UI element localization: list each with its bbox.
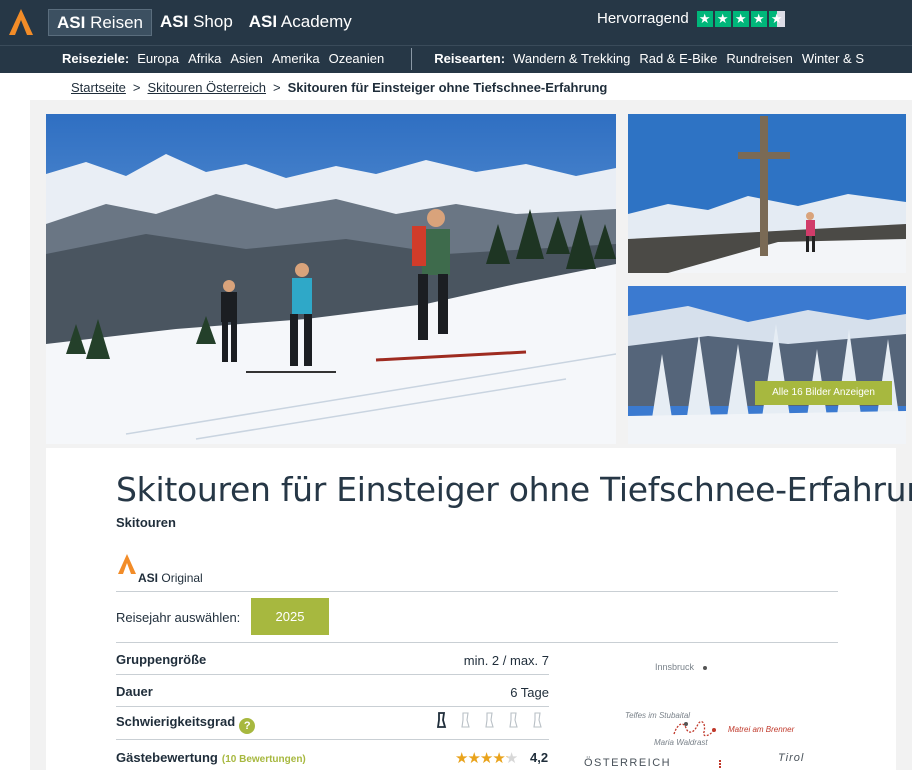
tab-asi-academy[interactable]: ASI Academy	[241, 9, 360, 36]
half-star-icon: ★	[504, 750, 518, 767]
divider	[116, 739, 549, 740]
duration-value: 6 Tage	[510, 685, 549, 700]
nav-item-europa[interactable]: Europa	[137, 51, 179, 70]
asi-logo-icon[interactable]	[8, 8, 34, 36]
route-line-icon	[673, 720, 716, 737]
page-title: Skitouren für Einsteiger ohne Tiefschnee…	[116, 470, 912, 509]
divider	[116, 642, 838, 643]
guest-rating-label: Gästebewertung	[116, 750, 218, 765]
rating-text: Hervorragend	[597, 10, 689, 27]
tab-asi-reisen[interactable]: ASI Reisen	[48, 9, 152, 36]
rating-score: 4,2	[530, 750, 549, 765]
breadcrumb-current: Skitouren für Einsteiger ohne Tiefschnee…	[287, 80, 608, 95]
summit-cross-photo[interactable]	[628, 114, 906, 273]
map-label-region: Tirol	[778, 752, 805, 764]
divider	[116, 706, 549, 707]
breadcrumb-skitouren[interactable]: Skitouren Österreich	[148, 80, 267, 95]
all-images-button[interactable]: Alle 16 Bilder Anzeigen	[755, 381, 892, 405]
difficulty-active-icon	[436, 712, 447, 728]
duration-label: Dauer	[116, 684, 153, 699]
nav-item-afrika[interactable]: Afrika	[188, 51, 221, 70]
map-label-country: ÖSTERREICH	[584, 757, 672, 769]
tour-category: Skitouren	[116, 515, 176, 530]
nav-item-ozeanien[interactable]: Ozeanien	[329, 51, 385, 70]
help-icon[interactable]: ?	[239, 718, 256, 734]
main-nav: Reiseziele: Europa Afrika Asien Amerika …	[0, 45, 912, 73]
map-label-innsbruck: Innsbruck	[655, 662, 695, 672]
map-label-matrei: Matrei am Brenner	[728, 725, 795, 734]
breadcrumb: Startseite > Skitouren Österreich > Skitoure…	[71, 80, 607, 95]
nav-item-winter[interactable]: Winter & S	[802, 51, 864, 70]
top-bar: ASI Reisen ASI Shop ASI Academy Hervorra…	[0, 0, 912, 45]
types-label: Reisearten:	[434, 51, 506, 66]
map-border-line	[719, 760, 721, 768]
brand-tabs: ASI Reisen ASI Shop ASI Academy	[48, 9, 360, 36]
asi-original-logo-icon	[118, 554, 136, 574]
snowy-forest-photo[interactable]	[628, 286, 906, 444]
half-star-icon: ★	[768, 10, 785, 27]
difficulty-label: Schwierigkeitsgrad	[116, 714, 236, 729]
trustpilot-rating[interactable]: Hervorragend ★ ★ ★ ★ ★	[597, 10, 787, 27]
destinations-label: Reiseziele:	[62, 51, 130, 66]
star-icon: ★	[467, 750, 480, 767]
breadcrumb-home[interactable]: Startseite	[71, 80, 126, 95]
difficulty-meter	[432, 711, 552, 729]
nav-divider	[411, 48, 413, 70]
year-select-label: Reisejahr auswählen:	[116, 610, 241, 625]
divider	[116, 591, 838, 592]
star-icon: ★	[732, 10, 749, 27]
star-icon: ★	[492, 750, 505, 767]
difficulty-inactive-icon	[461, 712, 470, 728]
group-size-value: min. 2 / max. 7	[463, 653, 549, 668]
difficulty-inactive-icon	[509, 712, 518, 728]
map-label-maria-waldrast: Maria Waldrast	[654, 738, 708, 747]
rating-stars: ★★★★★	[455, 749, 518, 767]
nav-item-rad[interactable]: Rad & E-Bike	[639, 51, 717, 70]
nav-item-wandern[interactable]: Wandern & Trekking	[513, 51, 630, 70]
main-photo[interactable]	[46, 114, 616, 444]
nav-item-rundreisen[interactable]: Rundreisen	[726, 51, 793, 70]
map-dot-icon	[703, 666, 707, 670]
difficulty-row: Schwierigkeitsgrad?	[116, 714, 256, 734]
breadcrumb-separator: >	[273, 80, 281, 95]
breadcrumb-separator: >	[132, 80, 141, 95]
difficulty-inactive-icon	[533, 712, 542, 728]
rating-row: Gästebewertung (10 Bewertungen)	[116, 750, 306, 765]
year-2025-button[interactable]: 2025	[251, 598, 329, 635]
group-size-label: Gruppengröße	[116, 652, 207, 667]
reviews-link[interactable]: (10 Bewertungen)	[222, 754, 306, 765]
route-map[interactable]: Innsbruck Telfes im Stubaital Maria Wald…	[578, 648, 840, 770]
star-icon: ★	[455, 750, 468, 767]
tab-asi-shop[interactable]: ASI Shop	[152, 9, 241, 36]
divider	[116, 674, 549, 675]
nav-item-amerika[interactable]: Amerika	[272, 51, 320, 70]
star-icon: ★	[479, 750, 493, 767]
star-icon: ★	[696, 10, 713, 27]
difficulty-inactive-icon	[485, 712, 494, 728]
nav-item-asien[interactable]: Asien	[230, 51, 263, 70]
star-icon: ★	[750, 10, 767, 27]
star-icon: ★	[714, 10, 731, 27]
asi-original-label: ASI Original	[138, 571, 203, 585]
